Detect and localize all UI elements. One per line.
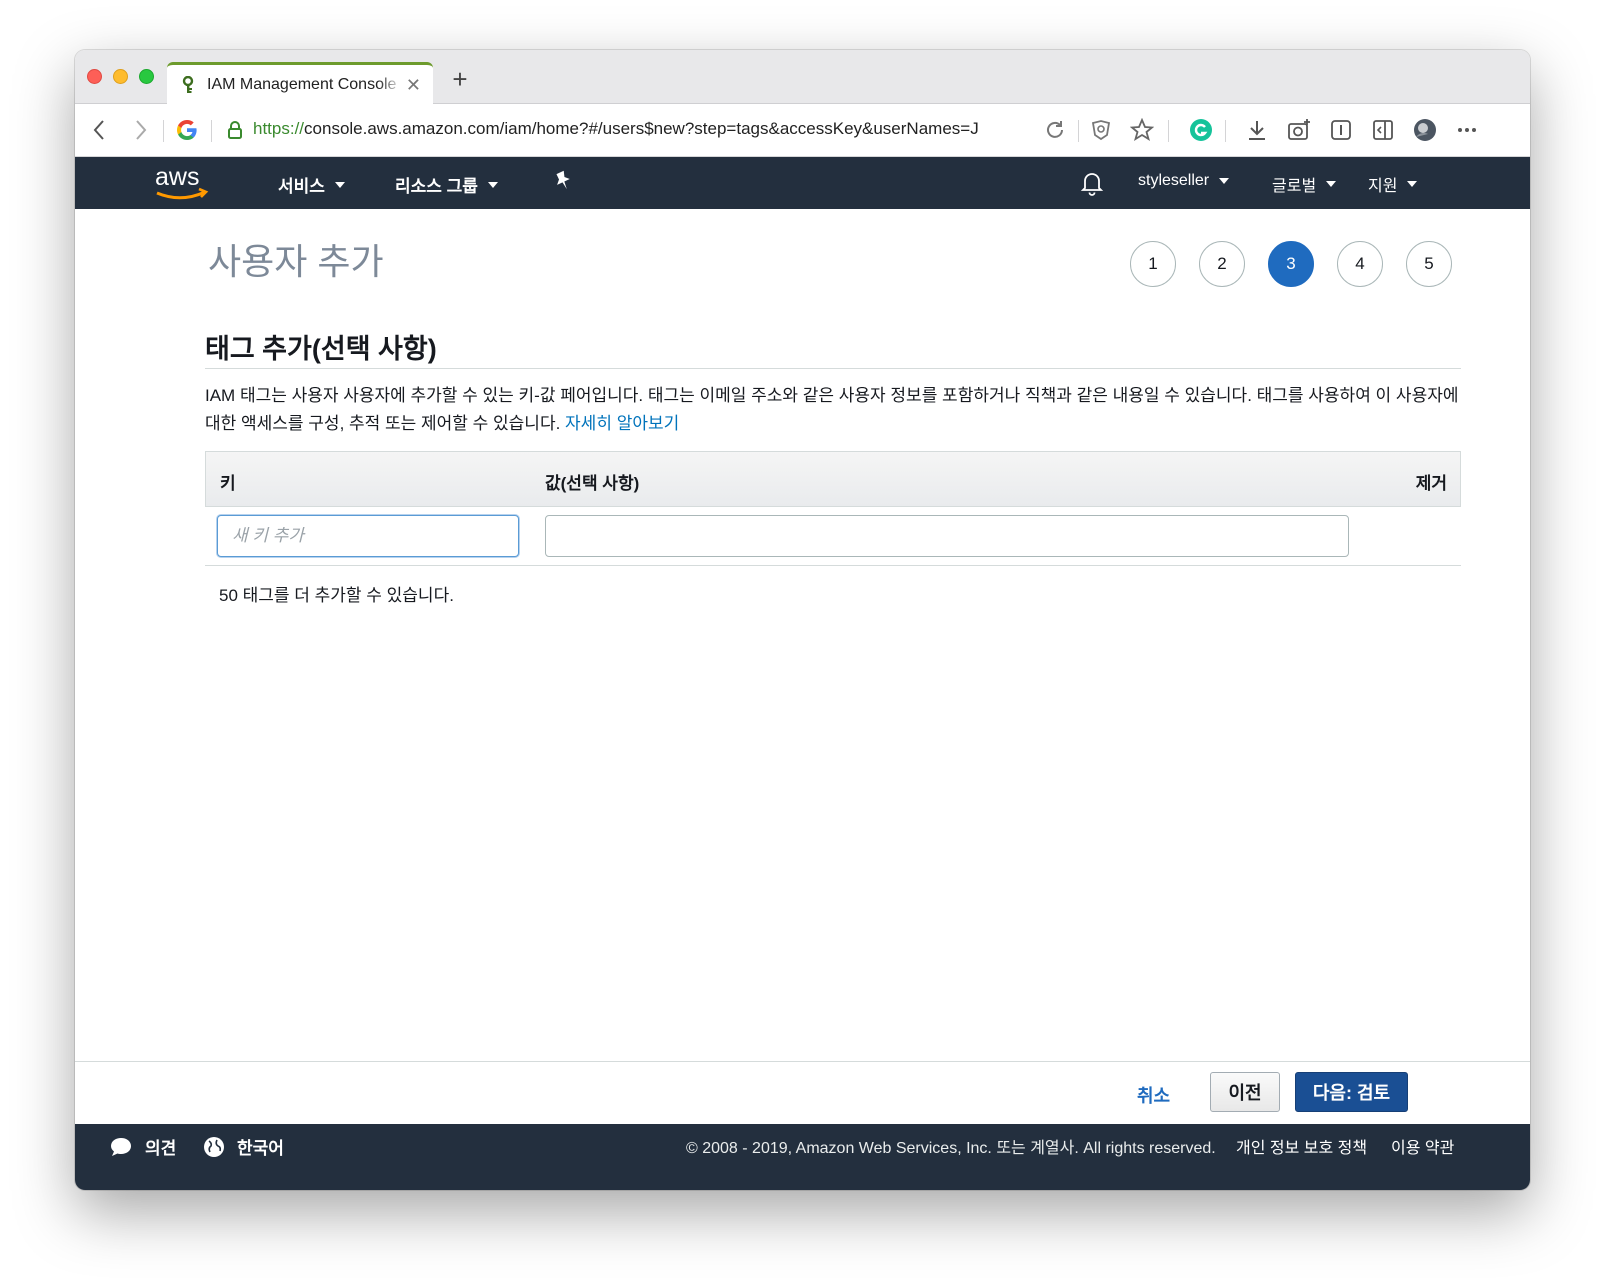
- close-tab-icon[interactable]: ✕: [406, 75, 421, 96]
- learn-more-link[interactable]: 자세히 알아보기: [565, 414, 679, 433]
- key-icon: [179, 76, 197, 94]
- language-label: 한국어: [237, 1139, 284, 1158]
- column-header-remove: 제거: [1415, 474, 1447, 493]
- tab-title: IAM Management Console: [207, 76, 397, 93]
- reader-icon[interactable]: [1327, 116, 1355, 144]
- globe-icon: [203, 1136, 225, 1158]
- browser-tab[interactable]: IAM Management Console ✕: [167, 62, 433, 105]
- step-4: 4: [1337, 241, 1383, 287]
- divider: [205, 368, 1461, 369]
- resource-groups-label: 리소스 그룹: [395, 177, 478, 196]
- feedback-label: 의견: [145, 1139, 177, 1158]
- step-3-current: 3: [1268, 241, 1314, 287]
- aws-footer: 의견 한국어 © 2008 - 2019, Amazon Web Service…: [75, 1124, 1530, 1190]
- terms-of-use-link[interactable]: 이용 약관: [1391, 1134, 1454, 1158]
- svg-text:aws: aws: [155, 163, 199, 191]
- grammarly-icon[interactable]: [1187, 116, 1215, 144]
- support-label: 지원: [1368, 178, 1398, 195]
- step-2[interactable]: 2: [1199, 241, 1245, 287]
- forward-icon[interactable]: [127, 116, 155, 144]
- previous-button[interactable]: 이전: [1210, 1072, 1280, 1112]
- description-text: IAM 태그는 사용자 사용자에 추가할 수 있는 키-값 페어입니다. 태그는…: [205, 386, 1459, 433]
- resource-groups-menu[interactable]: 리소스 그룹: [395, 172, 498, 197]
- reload-icon[interactable]: [1041, 116, 1069, 144]
- cancel-button[interactable]: 취소: [1137, 1082, 1170, 1108]
- step-5: 5: [1406, 241, 1452, 287]
- next-review-button[interactable]: 다음: 검토: [1295, 1072, 1408, 1112]
- wizard-action-bar: 취소 이전 다음: 검토: [75, 1061, 1530, 1124]
- tag-key-input[interactable]: [217, 515, 519, 557]
- region-label: 글로벌: [1272, 178, 1317, 195]
- pin-icon[interactable]: [553, 170, 573, 192]
- account-menu[interactable]: styleseller: [1138, 172, 1230, 190]
- chevron-down-icon: [487, 181, 498, 188]
- account-name: styleseller: [1138, 172, 1210, 189]
- address-bar[interactable]: https://console.aws.amazon.com/iam/home?…: [253, 119, 1033, 139]
- browser-toolbar: https://console.aws.amazon.com/iam/home?…: [75, 104, 1530, 157]
- url-scheme: https://: [253, 119, 305, 138]
- column-header-value: 값(선택 사항): [545, 474, 640, 493]
- privacy-policy-link[interactable]: 개인 정보 보호 정책: [1236, 1134, 1367, 1158]
- new-tab-button[interactable]: +: [445, 64, 475, 95]
- column-header-key: 키: [220, 474, 236, 493]
- maximize-window-button[interactable]: [139, 69, 154, 84]
- screenshot-icon[interactable]: [1285, 116, 1313, 144]
- browser-window: IAM Management Console ✕ + https://conso…: [75, 50, 1530, 1190]
- shield-icon[interactable]: [1087, 116, 1115, 144]
- section-description: IAM 태그는 사용자 사용자에 추가할 수 있는 키-값 페어입니다. 태그는…: [205, 382, 1463, 438]
- lock-icon: [221, 116, 249, 144]
- profile-avatar[interactable]: [1411, 116, 1439, 144]
- download-icon[interactable]: [1243, 116, 1271, 144]
- chevron-down-icon: [1219, 178, 1230, 184]
- wizard-steps: 1 2 3 4 5: [1130, 241, 1452, 287]
- tag-value-input[interactable]: [545, 515, 1349, 557]
- feedback-link[interactable]: 의견: [109, 1134, 176, 1159]
- page-title: 사용자 추가: [208, 241, 384, 282]
- google-icon[interactable]: [173, 116, 201, 144]
- sidebar-icon[interactable]: [1369, 116, 1397, 144]
- services-menu[interactable]: 서비스: [278, 172, 345, 197]
- copyright-text: © 2008 - 2019, Amazon Web Services, Inc.…: [686, 1140, 1216, 1157]
- chevron-down-icon: [1326, 181, 1337, 187]
- minimize-window-button[interactable]: [113, 69, 128, 84]
- support-menu[interactable]: 지원: [1368, 172, 1418, 196]
- aws-logo[interactable]: aws: [153, 163, 213, 203]
- speech-bubble-icon: [109, 1136, 133, 1158]
- language-selector[interactable]: 한국어: [203, 1134, 284, 1159]
- step-1[interactable]: 1: [1130, 241, 1176, 287]
- tags-table-header: 키 값(선택 사항) 제거: [205, 451, 1461, 507]
- chevron-down-icon: [1407, 181, 1418, 187]
- tab-strip: IAM Management Console ✕ +: [75, 50, 1530, 105]
- section-title: 태그 추가(선택 사항): [205, 334, 437, 364]
- url-path: console.aws.amazon.com/iam/home?#/users$…: [304, 119, 979, 138]
- back-icon[interactable]: [85, 116, 113, 144]
- notifications-bell-icon[interactable]: [1080, 170, 1104, 196]
- services-label: 서비스: [278, 177, 325, 196]
- remaining-tags-text: 50 태그를 더 추가할 수 있습니다.: [219, 586, 454, 605]
- region-menu[interactable]: 글로벌: [1272, 172, 1337, 196]
- divider: [205, 565, 1461, 566]
- bookmark-star-icon[interactable]: [1128, 116, 1156, 144]
- chevron-down-icon: [334, 181, 345, 188]
- close-window-button[interactable]: [87, 69, 102, 84]
- aws-navbar: aws 서비스 리소스 그룹 styleseller 글로벌 지원: [75, 157, 1530, 209]
- more-menu-icon[interactable]: [1453, 116, 1481, 144]
